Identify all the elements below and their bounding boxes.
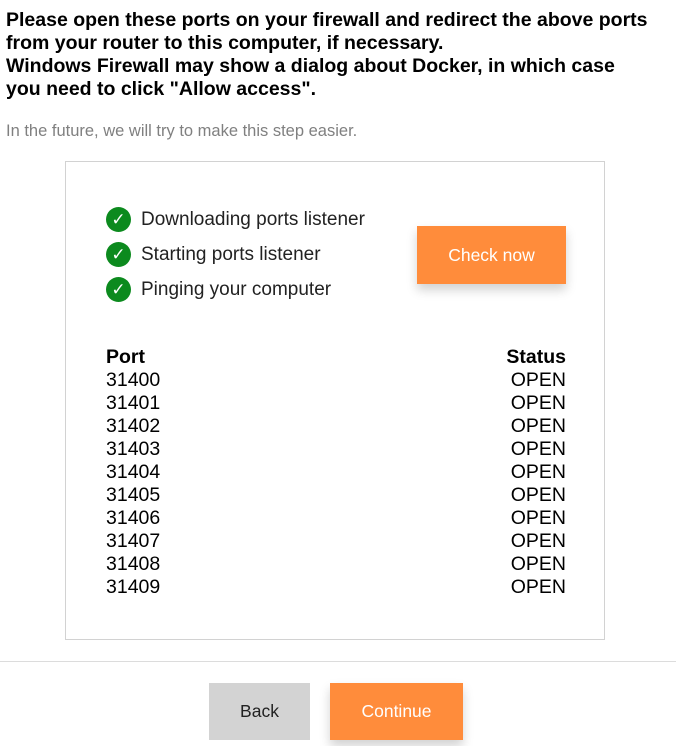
status-cell: OPEN xyxy=(510,530,566,552)
port-column-header: Port xyxy=(106,346,145,368)
step-downloading-listener: ✓ Downloading ports listener xyxy=(106,202,365,237)
status-cell: OPEN xyxy=(510,415,566,437)
check-icon: ✓ xyxy=(106,242,131,267)
step-starting-listener: ✓ Starting ports listener xyxy=(106,237,365,272)
table-row: 31402 OPEN xyxy=(106,415,566,438)
table-row: 31407 OPEN xyxy=(106,530,566,553)
port-cell: 31403 xyxy=(106,438,161,460)
table-row: 31400 OPEN xyxy=(106,369,566,392)
check-icon: ✓ xyxy=(106,277,131,302)
port-cell: 31407 xyxy=(106,530,161,552)
status-cell: OPEN xyxy=(510,438,566,460)
check-now-button[interactable]: Check now xyxy=(417,226,566,284)
port-cell: 31408 xyxy=(106,553,161,575)
instructions-line: Windows Firewall may show a dialog about… xyxy=(6,55,615,77)
status-cell: OPEN xyxy=(510,576,566,598)
status-column-header: Status xyxy=(506,346,566,368)
instructions-line: you need to click "Allow access". xyxy=(6,78,317,100)
table-row: 31406 OPEN xyxy=(106,507,566,530)
table-row: 31408 OPEN xyxy=(106,553,566,576)
table-row: 31405 OPEN xyxy=(106,484,566,507)
table-header-row: Port Status xyxy=(106,346,566,369)
status-cell: OPEN xyxy=(510,392,566,414)
instructions-line: Please open these ports on your firewall… xyxy=(6,9,648,31)
progress-steps: ✓ Downloading ports listener ✓ Starting … xyxy=(106,202,365,307)
port-check-page: Please open these ports on your firewall… xyxy=(0,0,676,746)
step-pinging-computer: ✓ Pinging your computer xyxy=(106,272,365,307)
port-cell: 31406 xyxy=(106,507,161,529)
continue-button[interactable]: Continue xyxy=(330,683,463,740)
port-cell: 31409 xyxy=(106,576,161,598)
step-label: Starting ports listener xyxy=(141,243,321,265)
check-icon: ✓ xyxy=(106,207,131,232)
ports-table: Port Status 31400 OPEN 31401 OPEN 31402 … xyxy=(106,346,566,599)
port-cell: 31401 xyxy=(106,392,161,414)
status-cell: OPEN xyxy=(510,507,566,529)
status-cell: OPEN xyxy=(510,461,566,483)
port-cell: 31404 xyxy=(106,461,161,483)
status-cell: OPEN xyxy=(510,484,566,506)
back-button[interactable]: Back xyxy=(209,683,310,740)
status-cell: OPEN xyxy=(510,369,566,391)
port-cell: 31400 xyxy=(106,369,161,391)
status-cell: OPEN xyxy=(510,553,566,575)
step-label: Pinging your computer xyxy=(141,278,332,300)
table-row: 31409 OPEN xyxy=(106,576,566,599)
table-row: 31403 OPEN xyxy=(106,438,566,461)
instructions-line: from your router to this computer, if ne… xyxy=(6,32,444,54)
instructions-heading: Please open these ports on your firewall… xyxy=(6,9,671,101)
table-row: 31404 OPEN xyxy=(106,461,566,484)
footer-divider xyxy=(0,661,676,662)
ports-panel: ✓ Downloading ports listener ✓ Starting … xyxy=(65,161,605,640)
step-label: Downloading ports listener xyxy=(141,208,365,230)
future-note: In the future, we will try to make this … xyxy=(6,122,358,140)
port-cell: 31402 xyxy=(106,415,161,437)
table-row: 31401 OPEN xyxy=(106,392,566,415)
port-cell: 31405 xyxy=(106,484,161,506)
